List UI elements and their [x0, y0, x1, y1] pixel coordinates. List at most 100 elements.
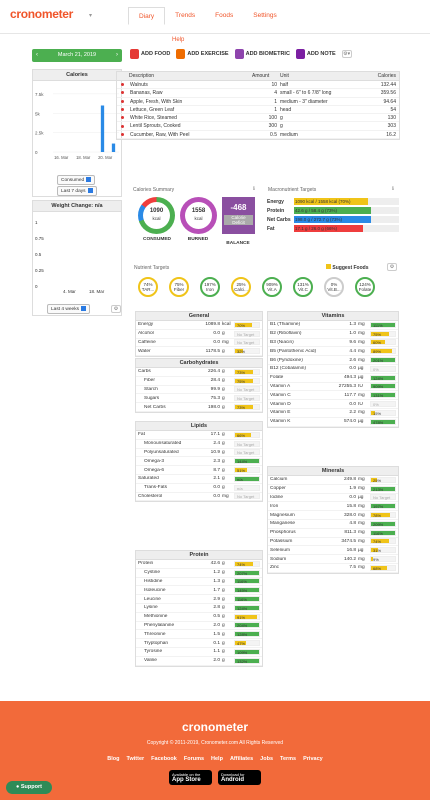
suggest-foods-button[interactable]: Suggest Foods [326, 264, 369, 271]
nutrient-row[interactable]: Carbs 226.4 g 73% [136, 368, 262, 377]
diary-row[interactable]: Lentil Sprouts, Cooked 300 g 303 [117, 122, 399, 131]
nutrient-row[interactable]: Selenium 16.8 µg 31% [268, 546, 398, 556]
target-circle[interactable]: 124% Folate [355, 277, 375, 297]
gear-icon[interactable]: ⚙ [111, 305, 121, 313]
nutrient-row[interactable]: Manganese 4.8 mg 209% [268, 520, 398, 529]
help-link[interactable]: Help [172, 37, 184, 43]
target-circle[interactable]: 909% Vit.A [262, 277, 282, 297]
target-circle[interactable]: 25% Calci... [231, 277, 251, 297]
footer-link[interactable]: Terms [280, 756, 296, 762]
nutrient-row[interactable]: Lysine 2.8 g 124% [136, 604, 262, 613]
android-button[interactable]: Download for Android [218, 770, 261, 785]
tab-diary[interactable]: Diary [128, 7, 166, 25]
nutrient-row[interactable]: Threonine 1.5 g 128% [136, 630, 262, 640]
range-dropdown[interactable]: Last 7 days [57, 186, 97, 196]
diary-row[interactable]: White Rice, Steamed 100 g 130 [117, 114, 399, 123]
target-circle[interactable]: 0% Vit.B... [324, 277, 344, 297]
info-icon[interactable]: ℹ [253, 186, 255, 192]
calorie-bar[interactable] [100, 105, 105, 153]
nutrient-row[interactable]: Magnesium 328.0 mg 78% [268, 511, 398, 520]
consumed-dropdown[interactable]: Consumed [57, 175, 96, 185]
footer-link[interactable]: Privacy [303, 756, 323, 762]
target-circle[interactable]: 197% Iron [200, 277, 220, 297]
nutrient-row[interactable]: Vitamin C 117.7 mg 131% [268, 391, 398, 401]
app-store-button[interactable]: Available on the App Store [169, 770, 212, 785]
nutrient-row[interactable]: Potassium 3474.5 mg 74% [268, 538, 398, 547]
nutrient-row[interactable]: Starch 99.9 g No Target [136, 386, 262, 395]
chevron-left-icon[interactable]: ‹ [36, 49, 38, 62]
nutrient-row[interactable]: Caffeine 0.0 mg No Target [136, 339, 262, 348]
nutrient-row[interactable]: Trans-Fats 0.0 g n/a [136, 484, 262, 493]
nutrient-row[interactable]: Alcohol 0.0 g No Target [136, 330, 262, 339]
nutrient-row[interactable]: Vitamin A 27255.3 IU 909% [268, 383, 398, 392]
diary-row[interactable]: Bananas, Raw 4 small - 6" to 6 7/8" long… [117, 89, 399, 98]
tab-settings[interactable]: Settings [243, 7, 287, 25]
footer-link[interactable]: Help [211, 756, 223, 762]
add-exercise-button[interactable]: ADD EXERCISE [176, 49, 229, 59]
nutrient-row[interactable]: Copper 1.9 mg 213% [268, 485, 398, 494]
nutrient-row[interactable]: Cholesterol 0.0 mg No Target [136, 493, 262, 502]
diary-row[interactable]: Lettuce, Green Leaf 1 head 54 [117, 106, 399, 115]
nutrient-row[interactable]: B3 (Niacin) 9.6 mg 60% [268, 339, 398, 348]
nutrient-row[interactable]: B2 (Riboflavin) 1.0 mg 75% [268, 330, 398, 339]
tab-foods[interactable]: Foods [205, 7, 243, 25]
nutrient-row[interactable]: Methionine 0.5 g 91% [136, 613, 262, 622]
nutrient-row[interactable]: Energy 1089.8 kcal 70% [136, 321, 262, 330]
gear-icon[interactable]: ⚙ [387, 263, 397, 271]
add-note-button[interactable]: ADD NOTE [295, 49, 336, 59]
nutrient-row[interactable]: Leucine 2.9 g 116% [136, 595, 262, 604]
nutrient-row[interactable]: Fiber 28.4 g 75% [136, 377, 262, 386]
footer-logo[interactable]: cronometer [0, 720, 430, 734]
app-logo[interactable]: cronometer [10, 7, 73, 21]
nutrient-row[interactable]: B5 (Pantothenic Acid) 4.4 mg 89% [268, 347, 398, 357]
nutrient-row[interactable]: Valine 2.0 g 132% [136, 657, 262, 666]
add-food-button[interactable]: ADD FOOD [130, 49, 170, 59]
nutrient-row[interactable]: Vitamin K 574.0 µg 478% [268, 418, 398, 427]
nutrient-row[interactable]: Omega-3 2.3 g 144% [136, 457, 262, 467]
gear-icon[interactable]: ⚙▾ [341, 50, 352, 58]
nutrient-row[interactable]: Monounsaturated 2.4 g No Target [136, 440, 262, 449]
footer-link[interactable]: Jobs [260, 756, 273, 762]
chevron-right-icon[interactable]: › [116, 49, 118, 62]
date-selector[interactable]: ‹ March 21, 2019 › [32, 49, 122, 62]
nutrient-row[interactable]: Omega-6 8.7 g 51% [136, 466, 262, 475]
nutrient-row[interactable]: Fat 17.1 g 66% [136, 431, 262, 440]
nutrient-row[interactable]: Isoleucine 1.7 g 145% [136, 586, 262, 596]
nutrient-row[interactable]: Net Carbs 198.0 g 73% [136, 403, 262, 412]
nutrient-row[interactable]: Tryptophan 0.1 g 47% [136, 639, 262, 648]
diary-row[interactable]: Walnuts 10 half 132.44 [117, 81, 399, 90]
nutrient-row[interactable]: Folate 494.3 µg 124% [268, 374, 398, 383]
nutrient-row[interactable]: B6 (Pyridoxine) 2.6 mg 201% [268, 356, 398, 365]
weight-range-dropdown[interactable]: Last 4 weeks [47, 304, 90, 314]
nutrient-row[interactable]: Tyrosine 1.1 g 109% [136, 648, 262, 657]
nutrient-row[interactable]: Water 1178.5 g 32% [136, 347, 262, 357]
nutrient-row[interactable]: Cystine 1.2 g 207% [136, 569, 262, 578]
footer-link[interactable]: Blog [107, 756, 119, 762]
info-icon[interactable]: ℹ [392, 186, 394, 192]
nutrient-row[interactable]: Vitamin D 0.0 IU 0% [268, 400, 398, 409]
nutrient-row[interactable]: Histidine 1.3 g 116% [136, 578, 262, 587]
diary-row[interactable]: Apple, Fresh, With Skin 1 medium - 3" di… [117, 98, 399, 106]
calorie-bar[interactable] [111, 143, 116, 152]
nutrient-row[interactable]: Saturated 2.1 g n/a [136, 475, 262, 484]
nutrient-row[interactable]: Calcium 249.8 mg 25% [268, 476, 398, 485]
nutrient-row[interactable]: B12 (Cobalamin) 0.0 µg 0% [268, 365, 398, 374]
target-circle[interactable]: 74% TAR... [138, 277, 158, 297]
nutrient-row[interactable]: Sugars 75.3 g No Target [136, 394, 262, 404]
footer-link[interactable]: Twitter [127, 756, 145, 762]
target-circle[interactable]: 131% Vit.C [293, 277, 313, 297]
nutrient-row[interactable]: Polyunsaturated 10.9 g No Target [136, 449, 262, 458]
nutrient-row[interactable]: Phosphorus 811.3 mg 116% [268, 529, 398, 538]
nutrient-row[interactable]: Zinc 7.5 mg 68% [268, 564, 398, 573]
add-biometric-button[interactable]: ADD BIOMETRIC [234, 49, 290, 59]
nutrient-row[interactable]: Protein 42.6 g 74% [136, 560, 262, 569]
nutrient-row[interactable]: Sodium 140.2 mg 9% [268, 555, 398, 564]
nutrient-row[interactable]: Iodine 0.0 µg No Target [268, 494, 398, 503]
nutrient-row[interactable]: Vitamin E 2.2 mg 15% [268, 409, 398, 418]
footer-link[interactable]: Forums [184, 756, 204, 762]
nutrient-row[interactable]: Iron 15.8 mg 197% [268, 502, 398, 512]
footer-link[interactable]: Affiliates [230, 756, 253, 762]
target-circle[interactable]: 75% Fiber [169, 277, 189, 297]
nutrient-row[interactable]: B1 (Thiamine) 1.3 mg 111% [268, 321, 398, 330]
chevron-down-icon[interactable]: ▾ [89, 12, 92, 19]
